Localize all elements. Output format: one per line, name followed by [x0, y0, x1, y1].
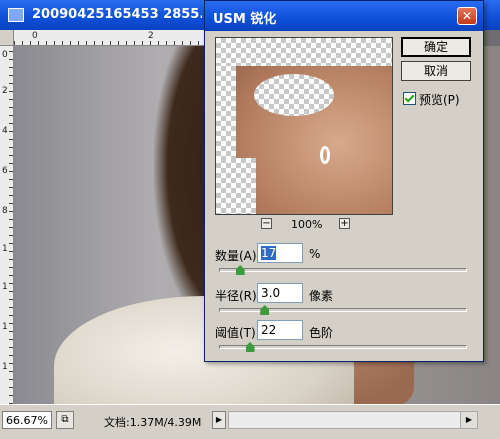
- transparent-area: [216, 38, 392, 66]
- amount-slider-thumb[interactable]: [235, 265, 245, 275]
- ruler-number: 2: [2, 86, 8, 96]
- radius-label: 半径(R):: [215, 289, 261, 303]
- preview-checkbox-label: 预览(P): [419, 93, 460, 107]
- ruler-number: 1: [2, 244, 8, 254]
- threshold-unit: 色阶: [309, 326, 334, 340]
- radius-slider-thumb[interactable]: [260, 305, 270, 315]
- cancel-button[interactable]: 取消: [401, 61, 471, 81]
- unsharp-mask-dialog: USM 锐化 ✕ − 100% + 确定 取消 预览(P) 数量(A): 17 …: [204, 0, 484, 362]
- ruler-number: 8: [2, 206, 8, 216]
- ruler-origin[interactable]: [0, 30, 14, 46]
- status-menu-arrow-icon[interactable]: ▶: [212, 411, 226, 429]
- ruler-number: 4: [2, 126, 8, 136]
- transparent-area: [216, 158, 256, 214]
- dialog-titlebar[interactable]: USM 锐化 ✕: [205, 1, 483, 31]
- preview-eye-region: [254, 74, 334, 116]
- preview-zoom-controls: − 100% +: [261, 217, 371, 231]
- document-title: 20090425165453 2855.jpg @ 66: [32, 7, 202, 22]
- ruler-number: 2: [148, 31, 154, 41]
- ruler-number: 1: [2, 322, 8, 332]
- amount-label: 数量(A):: [215, 249, 261, 263]
- ruler-number: 1: [2, 282, 8, 292]
- status-bar: 66.67% ⧉ 文档:1.37M/4.39M ▶ ▶: [0, 404, 500, 439]
- ruler-vertical[interactable]: 0 2 4 6 8 1 1 1 1: [0, 46, 14, 404]
- radius-slider[interactable]: [219, 305, 467, 315]
- threshold-input[interactable]: 22: [257, 320, 303, 340]
- dialog-title: USM 锐化: [213, 12, 277, 27]
- photoshop-document-icon: [8, 8, 24, 22]
- document-size-info: 文档:1.37M/4.39M: [104, 416, 202, 429]
- amount-unit: %: [309, 247, 321, 261]
- amount-slider[interactable]: [219, 265, 467, 275]
- amount-input[interactable]: 17: [257, 243, 303, 263]
- radius-unit: 像素: [309, 289, 334, 303]
- threshold-slider-thumb[interactable]: [245, 342, 255, 352]
- zoom-in-button[interactable]: +: [339, 218, 350, 229]
- preview-zoom-percent: 100%: [291, 218, 323, 231]
- zoom-level-field[interactable]: 66.67%: [2, 411, 52, 429]
- status-icon-button[interactable]: ⧉: [56, 411, 74, 429]
- zoom-out-button[interactable]: −: [261, 218, 272, 229]
- threshold-slider[interactable]: [219, 342, 467, 352]
- ruler-number: 0: [32, 31, 38, 41]
- ruler-number: 1: [2, 362, 8, 372]
- threshold-label: 阈值(T):: [215, 326, 260, 340]
- preview-nose-highlight: [320, 146, 330, 164]
- ruler-number: 0: [2, 50, 8, 60]
- filter-preview[interactable]: [215, 37, 393, 215]
- ok-button[interactable]: 确定: [401, 37, 471, 57]
- ruler-horizontal[interactable]: 0 2: [14, 30, 214, 46]
- ruler-number: 6: [2, 166, 8, 176]
- horizontal-scrollbar[interactable]: ▶: [228, 411, 478, 429]
- radius-input[interactable]: 3.0: [257, 283, 303, 303]
- amount-value: 17: [261, 246, 277, 260]
- checkbox-checked-icon[interactable]: [403, 92, 416, 105]
- scroll-right-icon[interactable]: ▶: [460, 412, 477, 428]
- close-button[interactable]: ✕: [457, 7, 477, 25]
- preview-checkbox[interactable]: 预览(P): [403, 91, 460, 108]
